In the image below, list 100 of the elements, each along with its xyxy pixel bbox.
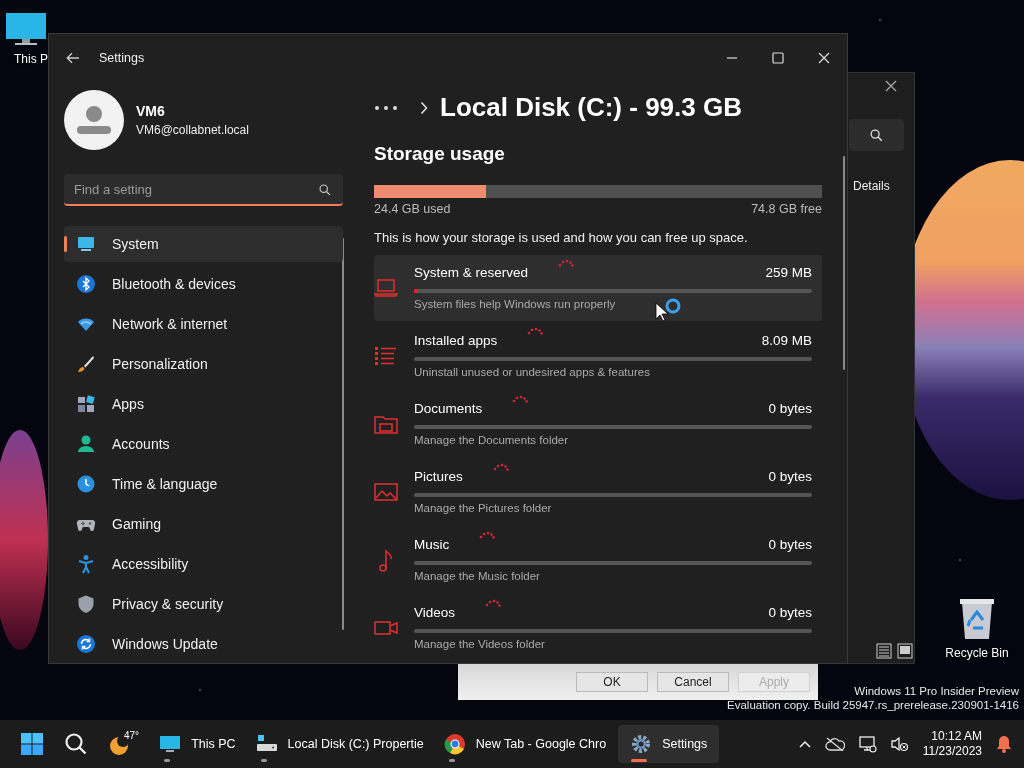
- category-size: 0 bytes: [768, 401, 812, 416]
- search-field[interactable]: [849, 119, 904, 151]
- image-icon: [374, 480, 398, 504]
- icon-label: Recycle Bin: [945, 646, 1009, 660]
- monitor-icon: [76, 234, 96, 254]
- loading-spinner-icon: [527, 327, 544, 335]
- dialog-button[interactable]: Cancel: [657, 672, 729, 692]
- search-icon[interactable]: [64, 732, 88, 756]
- page-title: Local Disk (C:) - 99.3 GB: [440, 92, 742, 124]
- loading-spinner-icon: [492, 463, 509, 471]
- nav-item[interactable]: Accounts: [64, 426, 343, 462]
- details-tab[interactable]: Details: [853, 179, 890, 193]
- category-name: Music: [414, 537, 450, 552]
- temperature-text: 47°: [124, 730, 140, 741]
- nav-item[interactable]: Time & language: [64, 466, 343, 502]
- category-size: 0 bytes: [768, 605, 812, 620]
- category-name: System & reserved: [414, 265, 529, 280]
- nav-item[interactable]: Windows Update: [64, 626, 343, 662]
- monitor-icon: [5, 12, 47, 46]
- time-text: 10:12 AM: [931, 729, 982, 744]
- nav-item[interactable]: Bluetooth & devices: [64, 266, 343, 302]
- nav-item[interactable]: Accessibility: [64, 546, 343, 582]
- apps-icon: [76, 394, 96, 414]
- start-icon[interactable]: [20, 732, 44, 756]
- back-icon[interactable]: [66, 52, 80, 64]
- icon-label: This P: [14, 52, 48, 66]
- category-description: Manage the Videos folder: [414, 638, 546, 650]
- date-text: 11/23/2023: [922, 744, 982, 759]
- chevron-up-icon[interactable]: [798, 740, 811, 748]
- bell-icon[interactable]: [996, 735, 1012, 753]
- storage-category[interactable]: Installed apps 8.09 MB Uninstall unused or undesired apps & features: [374, 323, 822, 389]
- chevron-icon: [420, 100, 428, 115]
- loading-spinner-icon: [485, 599, 502, 607]
- cloud-off-icon[interactable]: [824, 737, 845, 751]
- storage-category[interactable]: Music 0 bytes Manage the Music folder: [374, 527, 822, 593]
- network-icon[interactable]: [858, 735, 877, 753]
- category-description: Uninstall unused or undesired apps & features: [414, 366, 651, 378]
- account-email: VM6@collabnet.local: [136, 123, 249, 137]
- taskbar-app[interactable]: New Tab - Google Chro: [435, 725, 615, 763]
- dialog-button[interactable]: OK: [576, 672, 648, 692]
- sync-icon: [76, 634, 96, 654]
- accessibility-icon: [76, 554, 96, 574]
- loading-spinner-icon: [558, 259, 575, 267]
- section-heading: Storage usage: [374, 142, 506, 165]
- nav-item[interactable]: Network & internet: [64, 306, 343, 342]
- watermark-text: Evaluation copy. Build 25947.rs_prerelease.230901-1416: [727, 698, 1019, 712]
- monitor-icon: [159, 733, 182, 755]
- category-name: Installed apps: [414, 333, 498, 348]
- taskbar-app[interactable]: Settings: [618, 725, 720, 763]
- nav-item[interactable]: System: [64, 226, 343, 262]
- storage-category[interactable]: Pictures 0 bytes Manage the Pictures folder: [374, 459, 822, 525]
- busy-cursor-icon: [655, 297, 683, 323]
- storage-category[interactable]: Videos 0 bytes Manage the Videos folder: [374, 595, 822, 661]
- taskbar-app[interactable]: This PC: [151, 725, 244, 763]
- category-size: 0 bytes: [768, 469, 812, 484]
- category-name: Pictures: [414, 469, 463, 484]
- weather-button[interactable]: 47°: [108, 732, 140, 756]
- search-icon: [870, 128, 883, 142]
- description-text: This is how your storage is used and how you can free up space.: [374, 230, 749, 245]
- free-label: 74.8 GB free: [751, 202, 822, 216]
- shield-icon: [76, 594, 96, 614]
- recycle-bin-icon: [959, 598, 995, 640]
- category-size: 8.09 MB: [761, 333, 812, 348]
- loading-spinner-icon: [512, 395, 529, 403]
- gear-icon: [630, 733, 653, 755]
- category-description: Manage the Documents folder: [414, 434, 570, 446]
- scrollbar[interactable]: [843, 156, 845, 370]
- paintbrush-icon: [76, 354, 96, 374]
- person-icon: [76, 434, 96, 454]
- more-icon[interactable]: [374, 104, 398, 111]
- nav-item[interactable]: Apps: [64, 386, 343, 422]
- storage-category[interactable]: Documents 0 bytes Manage the Documents folder: [374, 391, 822, 457]
- category-size: 259 MB: [765, 265, 812, 280]
- category-description: System files help Windows run properly: [414, 298, 617, 310]
- maximize-icon[interactable]: [772, 52, 784, 64]
- speaker-muted-icon[interactable]: [890, 736, 909, 752]
- used-label: 24.4 GB used: [374, 202, 451, 216]
- list-icon: [374, 344, 398, 368]
- taskbar-app[interactable]: Local Disk (C:) Propertie: [247, 725, 432, 763]
- category-name: Documents: [414, 401, 483, 416]
- nav-item[interactable]: Personalization: [64, 346, 343, 382]
- storage-category[interactable]: System & reserved 259 MB System files help Windows run properly: [374, 255, 822, 321]
- loading-spinner-icon: [479, 531, 496, 539]
- list-view-icon[interactable]: [876, 643, 892, 659]
- category-description: Manage the Music folder: [414, 570, 541, 582]
- close-icon[interactable]: [885, 80, 897, 92]
- search-field[interactable]: Find a setting: [64, 174, 343, 206]
- tiles-view-icon[interactable]: [897, 643, 913, 659]
- browser-icon: [443, 733, 466, 755]
- clock-button[interactable]: 10:12 AM 11/23/2023: [922, 729, 982, 759]
- watermark-text: Windows 11 Pro Insider Preview: [853, 684, 1019, 698]
- scrollbar[interactable]: [342, 238, 344, 630]
- nav-item[interactable]: Privacy & security: [64, 586, 343, 622]
- category-name: Videos: [414, 605, 456, 620]
- window-title: Settings: [99, 51, 145, 65]
- nav-item[interactable]: Gaming: [64, 506, 343, 542]
- laptop-icon: [374, 276, 398, 300]
- bluetooth-icon: [76, 274, 96, 294]
- globe-clock-icon: [76, 474, 96, 494]
- account-name: VM6: [136, 103, 166, 119]
